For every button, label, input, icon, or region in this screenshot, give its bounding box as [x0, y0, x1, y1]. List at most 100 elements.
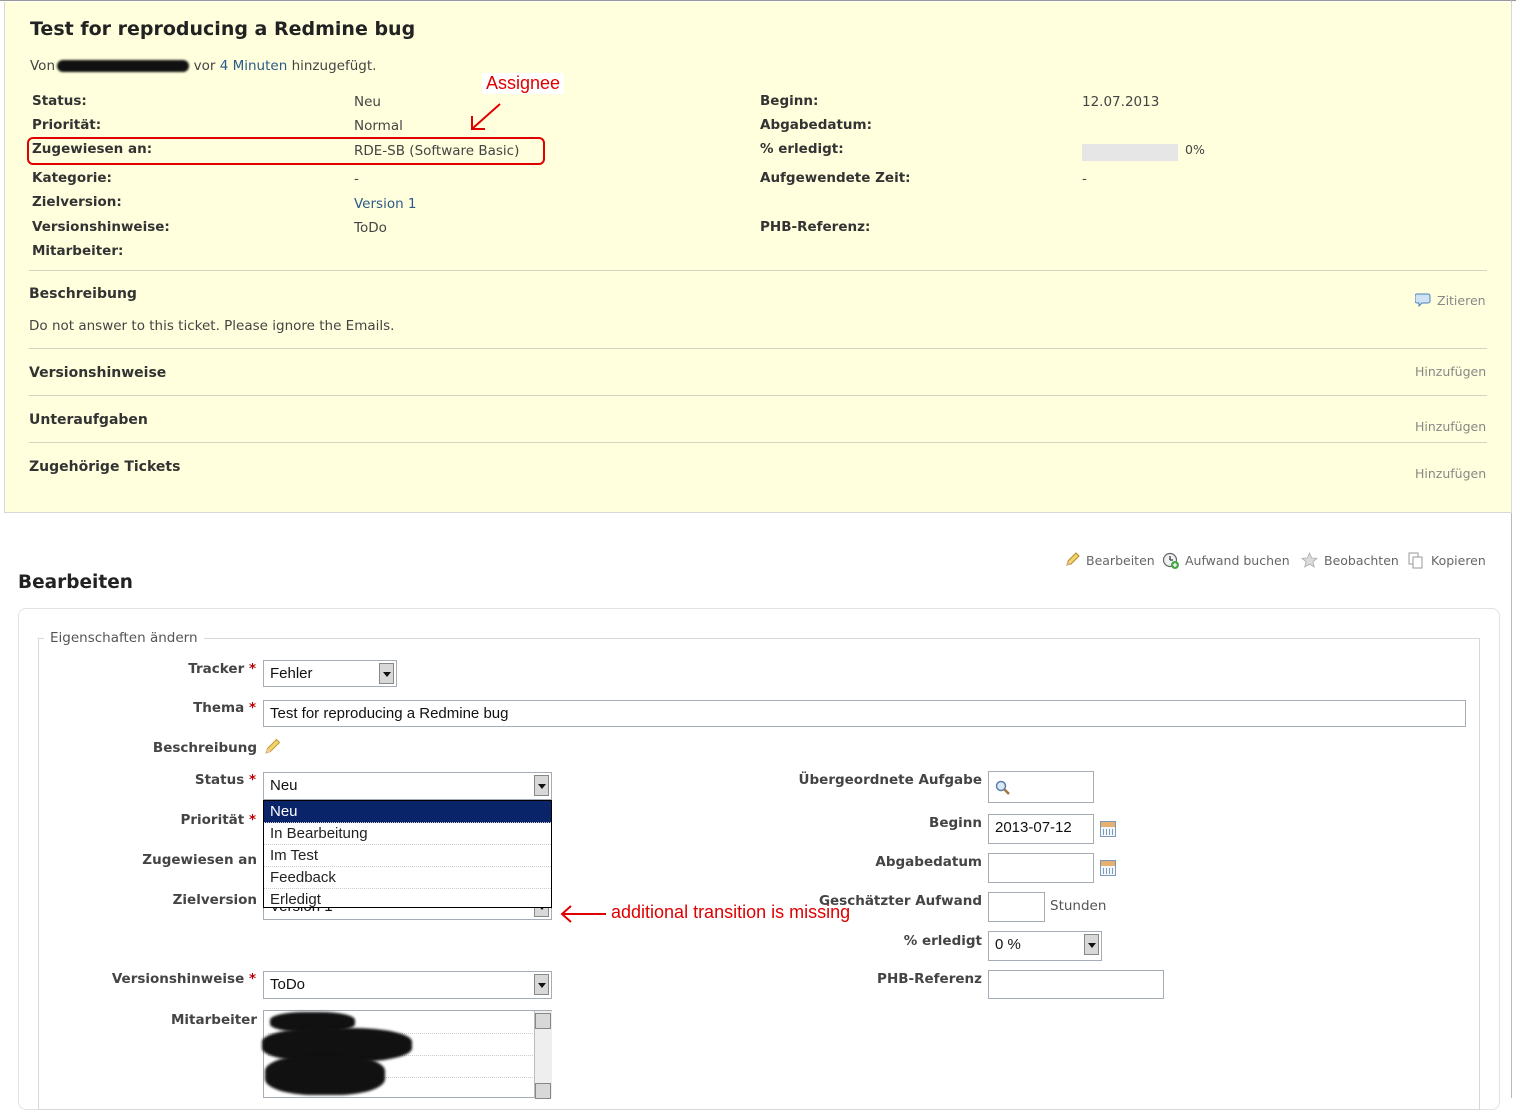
scroll-up-icon[interactable] — [535, 1013, 551, 1029]
watchers-field-label: Mitarbeiter — [171, 1012, 257, 1028]
subject-input[interactable]: Test for reproducing a Redmine bug — [263, 700, 1466, 727]
calendar-icon[interactable] — [1100, 821, 1116, 837]
chevron-down-icon[interactable] — [534, 974, 549, 995]
start-value: 12.07.2013 — [1082, 94, 1160, 110]
parent-task-field-label: Übergeordnete Aufgabe — [798, 772, 982, 788]
done-percent: 0% — [1185, 142, 1205, 157]
log-time-action-link[interactable]: Aufwand buchen — [1185, 553, 1290, 568]
spent-time-value: - — [1082, 171, 1087, 187]
calendar-icon[interactable] — [1100, 860, 1116, 876]
done-label: % erledigt: — [760, 141, 844, 157]
watchers-label: Mitarbeiter: — [32, 243, 124, 259]
description-text: Do not answer to this ticket. Please ign… — [29, 318, 395, 334]
parent-task-input[interactable] — [988, 771, 1094, 803]
divider — [29, 348, 1487, 349]
release-notes-field-label: Versionshinweise * — [16, 971, 256, 987]
release-notes-value: ToDo — [354, 220, 387, 236]
subtasks-add-link[interactable]: Hinzufügen — [1415, 419, 1486, 434]
status-value: Neu — [354, 94, 381, 110]
status-select[interactable]: Neu — [263, 772, 552, 800]
chevron-down-icon[interactable] — [1084, 934, 1099, 955]
priority-value: Normal — [354, 118, 403, 134]
added-suffix: hinzugefügt. — [291, 58, 377, 74]
author-redacted[interactable] — [57, 60, 190, 72]
copy-icon — [1408, 552, 1423, 569]
release-notes-label: Versionshinweise: — [32, 219, 170, 235]
time-add-icon — [1162, 552, 1179, 569]
redacted-watcher — [265, 1055, 385, 1095]
start-date-field-label: Beginn — [929, 815, 982, 831]
status-label-text: Status — [194, 772, 245, 788]
target-version-field-label: Zielversion — [172, 892, 257, 908]
due-date-field-label: Abgabedatum — [875, 854, 982, 870]
properties-legend: Eigenschaften ändern — [44, 630, 204, 646]
status-option[interactable]: Erledigt — [264, 889, 551, 910]
section-subtasks: Unteraufgaben — [29, 412, 148, 428]
tracker-select[interactable]: Fehler — [263, 660, 397, 687]
divider — [29, 270, 1487, 271]
edit-description-pencil-icon[interactable] — [264, 738, 282, 755]
phb-reference-input[interactable] — [988, 970, 1164, 999]
release-notes-select[interactable]: ToDo — [263, 971, 552, 999]
due-label: Abgabedatum: — [760, 117, 873, 133]
watch-action-link[interactable]: Beobachten — [1324, 553, 1399, 568]
search-icon — [995, 780, 1010, 795]
due-date-input[interactable] — [988, 853, 1094, 883]
quote-link[interactable]: Zitieren — [1437, 293, 1486, 308]
description-heading: Beschreibung — [29, 286, 137, 302]
status-dropdown-list[interactable]: Neu In Bearbeitung Im Test Feedback Erle… — [263, 800, 552, 908]
top-border — [0, 0, 1516, 1]
done-ratio-selected-value: 0 % — [995, 936, 1021, 953]
status-option[interactable]: Feedback — [264, 867, 551, 889]
pencil-icon — [1066, 552, 1080, 566]
assignee-field-label: Zugewiesen an — [142, 852, 257, 868]
category-value: - — [354, 171, 359, 187]
required-marker: * — [248, 772, 256, 788]
section-related-issues: Zugehörige Tickets — [29, 459, 181, 475]
priority-label: Priorität: — [32, 117, 102, 133]
tracker-label-text: Tracker — [188, 661, 245, 677]
estimated-time-input[interactable] — [988, 892, 1045, 922]
status-option[interactable]: Neu — [264, 801, 551, 823]
done-progress-bar — [1082, 144, 1178, 161]
status-field-label: Status * — [16, 772, 256, 788]
chevron-down-icon[interactable] — [534, 775, 549, 796]
assignee-annotation: Assignee — [482, 73, 565, 94]
release-notes-add-link[interactable]: Hinzufügen — [1415, 364, 1486, 379]
status-option[interactable]: In Bearbeitung — [264, 823, 551, 845]
phb-reference-field-label: PHB-Referenz — [877, 971, 982, 987]
assignee-highlight-box — [27, 137, 545, 165]
done-ratio-select[interactable]: 0 % — [988, 931, 1102, 961]
status-option[interactable]: Im Test — [264, 845, 551, 867]
required-marker: * — [248, 661, 256, 677]
edit-action-link[interactable]: Bearbeiten — [1086, 553, 1155, 568]
copy-action-link[interactable]: Kopieren — [1431, 553, 1486, 568]
phb-label: PHB-Referenz: — [760, 219, 871, 235]
required-marker: * — [248, 812, 256, 828]
chevron-down-icon[interactable] — [379, 663, 394, 684]
star-icon — [1301, 552, 1318, 568]
assignee-arrow-icon — [471, 103, 501, 130]
required-marker: * — [248, 971, 256, 987]
issue-title: Test for reproducing a Redmine bug — [30, 18, 416, 40]
related-issues-add-link[interactable]: Hinzufügen — [1415, 466, 1486, 481]
added-connector: vor — [193, 58, 216, 74]
quote-icon — [1415, 293, 1431, 307]
subject-field-label: Thema * — [16, 700, 256, 716]
edit-heading: Bearbeiten — [18, 572, 133, 593]
scroll-down-icon[interactable] — [535, 1083, 551, 1099]
estimated-time-field-label: Geschätzter Aufwand — [818, 893, 982, 909]
start-date-input[interactable]: 2013-07-12 — [988, 814, 1094, 844]
done-ratio-field-label: % erledigt — [903, 933, 982, 949]
added-time-link[interactable]: 4 Minuten — [220, 58, 288, 74]
divider — [29, 395, 1487, 396]
status-selected-value: Neu — [270, 777, 298, 794]
author-prefix: Von — [30, 58, 56, 74]
target-version-link[interactable]: Version 1 — [354, 196, 417, 212]
watchers-scrollbar[interactable] — [534, 1011, 552, 1099]
missing-transition-arrow-icon — [560, 905, 606, 923]
hours-unit-label: Stunden — [1050, 898, 1107, 914]
tracker-field-label: Tracker * — [16, 661, 256, 677]
release-notes-selected-value: ToDo — [270, 976, 306, 993]
release-notes-label-text: Versionshinweise — [111, 971, 245, 987]
